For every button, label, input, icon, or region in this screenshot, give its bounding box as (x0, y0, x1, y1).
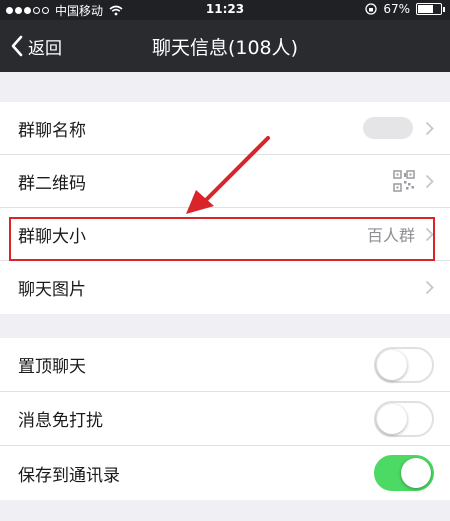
toggle-knob (377, 403, 407, 434)
group-qr-code-row[interactable]: 群二维码 (0, 155, 450, 208)
save-to-contacts-row: 保存到通讯录 (0, 446, 450, 500)
row-label: 群二维码 (18, 173, 86, 194)
chevron-right-icon (425, 121, 434, 135)
chat-settings-section: 置顶聊天 消息免打扰 保存到通讯录 (0, 338, 450, 500)
mute-notifications-toggle[interactable] (374, 400, 434, 437)
toggle-knob (377, 349, 407, 380)
qr-code-icon (393, 170, 415, 192)
row-label: 置顶聊天 (18, 357, 86, 377)
battery-percent: 67% (383, 2, 410, 16)
group-name-row[interactable]: 群聊名称 (0, 102, 450, 155)
group-size-value: 百人群 (366, 226, 415, 245)
chevron-right-icon (425, 280, 434, 295)
chevron-right-icon (425, 227, 434, 241)
mute-notifications-row: 消息免打扰 (0, 392, 450, 446)
row-label: 消息免打扰 (18, 411, 103, 431)
nav-bar: 返回 聊天信息(108人) (0, 20, 450, 72)
rotation-lock-icon (365, 3, 377, 15)
status-bar: 中国移动 11:23 67% (0, 0, 450, 20)
row-label: 保存到通讯录 (18, 465, 120, 486)
chevron-right-icon (425, 174, 434, 188)
row-label: 聊天图片 (18, 280, 86, 300)
toggle-knob (401, 458, 431, 488)
group-size-row[interactable]: 群聊大小 百人群 (0, 208, 450, 261)
chat-images-row[interactable]: 聊天图片 (0, 261, 450, 314)
page-title: 聊天信息(108人) (151, 37, 299, 59)
group-name-value (363, 117, 413, 139)
battery-icon (416, 3, 445, 15)
pin-chat-toggle[interactable] (374, 346, 434, 383)
status-right: 67% (365, 2, 445, 16)
section-gap (0, 314, 450, 338)
row-label: 群聊大小 (18, 226, 86, 247)
section-gap (0, 72, 450, 102)
save-to-contacts-toggle[interactable] (374, 455, 434, 491)
pin-chat-row: 置顶聊天 (0, 338, 450, 392)
group-info-section: 群聊名称 群二维码 群聊大小 百人群 聊天图片 (0, 102, 450, 314)
row-label: 群聊名称 (18, 120, 86, 141)
battery-fill (418, 5, 433, 13)
section-gap (0, 500, 450, 521)
